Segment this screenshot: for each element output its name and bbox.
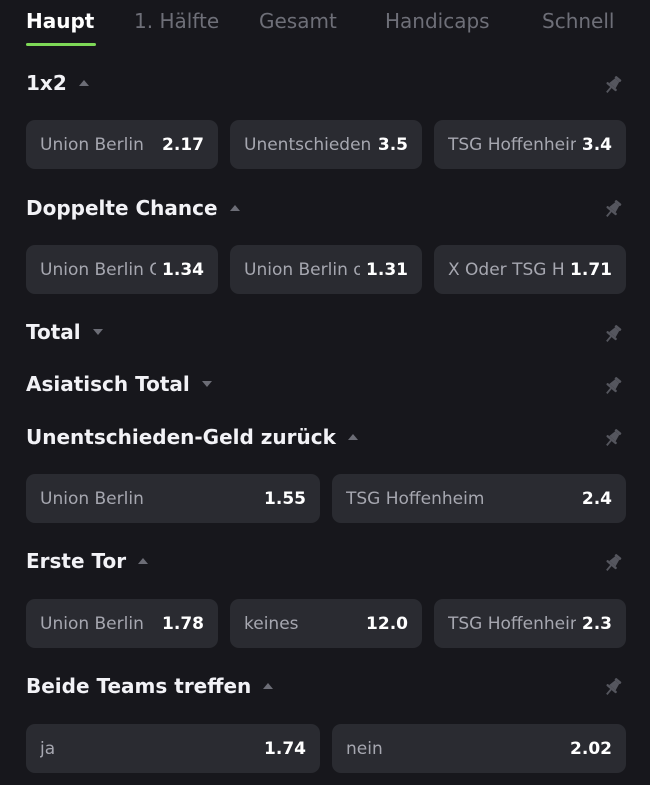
odd-label: keines [244,613,299,634]
odd-label: TSG Hoffenheim [448,613,576,634]
odd-value: 1.78 [162,613,204,634]
section-title: Asiatisch Total [26,372,190,396]
pin-icon[interactable] [602,375,624,397]
section-header-asiatisch-total[interactable]: Asiatisch Total [26,369,212,399]
tab-erste-haelfte[interactable]: 1. Hälfte [134,6,219,36]
chevron-down-icon [201,381,212,387]
odd-label: Union Berlin [40,134,144,155]
odd-label: Unentschieden [244,134,372,155]
tab-haupt[interactable]: Haupt [26,6,94,36]
odd-value: 2.02 [570,738,612,759]
pin-icon[interactable] [602,676,624,698]
odd-value: 1.34 [162,259,204,280]
odd-button-tsg-hoffenheim[interactable]: TSG Hoffenheim 3.4 [434,120,626,169]
odd-value: 2.4 [581,488,612,509]
tab-handicaps[interactable]: Handicaps [385,6,490,36]
odd-value: 1.71 [570,259,612,280]
odd-label: Union Berlin Oder X [40,259,157,280]
chevron-up-icon [263,683,274,689]
section-title: Erste Tor [26,549,127,573]
odd-button-tsg-hoffenheim[interactable]: TSG Hoffenheim 2.3 [434,599,626,648]
odd-value: 1.74 [264,738,306,759]
odd-label: Union Berlin [40,488,144,509]
odd-value: 3.4 [581,134,612,155]
odd-label: X Oder TSG Hoffenheim [448,259,565,280]
odd-button-union-berlin[interactable]: Union Berlin 2.17 [26,120,218,169]
section-header-total[interactable]: Total [26,317,103,347]
pin-icon[interactable] [602,74,624,96]
section-header-unentschieden-geld-zurueck[interactable]: Unentschieden-Geld zurück [26,422,358,452]
pin-icon[interactable] [602,427,624,449]
active-tab-indicator [26,43,96,46]
odd-button-nein[interactable]: nein 2.02 [332,724,626,773]
pin-icon[interactable] [602,323,624,345]
section-title: Beide Teams treffen [26,674,252,698]
chevron-up-icon [138,558,149,564]
market-tabs: Haupt 1. Hälfte Gesamt Handicaps Schnell [0,0,650,48]
odd-label: Union Berlin oder TSG Hoffenheim [244,259,361,280]
odd-button-keines[interactable]: keines 12.0 [230,599,422,648]
odd-value: 12.0 [366,613,408,634]
odd-label: Union Berlin [40,613,144,634]
odd-label: ja [40,738,56,759]
tab-schnell[interactable]: Schnell [542,6,614,36]
chevron-down-icon [92,329,103,335]
odd-button-union-berlin[interactable]: Union Berlin 1.55 [26,474,320,523]
pin-icon[interactable] [602,198,624,220]
section-title: 1x2 [26,71,67,95]
odd-button-ja[interactable]: ja 1.74 [26,724,320,773]
odd-button-union-berlin-oder-tsg[interactable]: Union Berlin oder TSG Hoffenheim 1.31 [230,245,422,294]
odd-label: nein [346,738,383,759]
odd-button-unentschieden[interactable]: Unentschieden 3.5 [230,120,422,169]
odd-value: 3.5 [377,134,408,155]
odd-button-tsg-hoffenheim[interactable]: TSG Hoffenheim 2.4 [332,474,626,523]
section-header-1x2[interactable]: 1x2 [26,68,89,98]
odd-value: 1.31 [366,259,408,280]
section-title: Unentschieden-Geld zurück [26,425,336,449]
odd-value: 2.17 [162,134,204,155]
chevron-up-icon [229,205,240,211]
odd-button-union-berlin[interactable]: Union Berlin 1.78 [26,599,218,648]
odd-value: 1.55 [264,488,306,509]
section-header-doppelte-chance[interactable]: Doppelte Chance [26,193,240,223]
section-header-erste-tor[interactable]: Erste Tor [26,546,149,576]
odd-button-x-oder-tsg[interactable]: X Oder TSG Hoffenheim 1.71 [434,245,626,294]
section-title: Doppelte Chance [26,196,218,220]
odd-button-union-berlin-oder-x[interactable]: Union Berlin Oder X 1.34 [26,245,218,294]
section-header-beide-teams-treffen[interactable]: Beide Teams treffen [26,671,274,701]
chevron-up-icon [347,434,358,440]
chevron-up-icon [78,80,89,86]
tab-gesamt[interactable]: Gesamt [259,6,337,36]
odd-label: TSG Hoffenheim [448,134,576,155]
pin-icon[interactable] [602,552,624,574]
odd-label: TSG Hoffenheim [346,488,485,509]
odd-value: 2.3 [581,613,612,634]
section-title: Total [26,320,81,344]
